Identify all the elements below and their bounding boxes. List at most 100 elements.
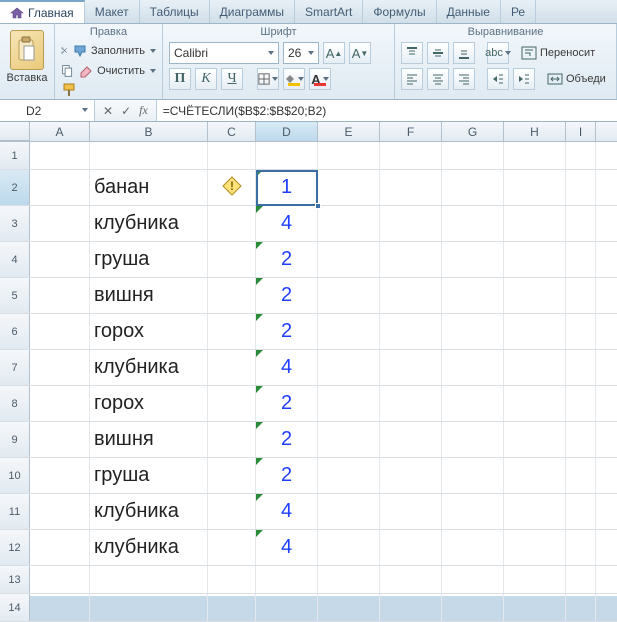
cell[interactable] xyxy=(318,206,380,241)
cell[interactable] xyxy=(504,566,566,593)
cell[interactable] xyxy=(504,422,566,457)
cell[interactable] xyxy=(208,458,256,493)
cell[interactable] xyxy=(30,314,90,349)
cell[interactable] xyxy=(318,494,380,529)
tab-formulas[interactable]: Формулы xyxy=(363,0,436,23)
formula-input[interactable]: =СЧЁТЕСЛИ($B$2:$B$20;B2) xyxy=(157,100,617,121)
cell[interactable] xyxy=(318,242,380,277)
cell[interactable] xyxy=(380,566,442,593)
cell[interactable] xyxy=(442,170,504,205)
orientation-button[interactable]: abc xyxy=(487,42,509,64)
row-header[interactable]: 3 xyxy=(0,206,30,241)
cell[interactable] xyxy=(442,142,504,169)
cell[interactable] xyxy=(566,350,596,385)
cell[interactable]: 4 xyxy=(256,350,318,385)
cell[interactable] xyxy=(318,170,380,205)
cell[interactable] xyxy=(566,566,596,593)
cell[interactable] xyxy=(380,458,442,493)
font-size-combo[interactable]: 26 xyxy=(283,42,319,64)
cell[interactable] xyxy=(442,458,504,493)
cell[interactable]: клубника xyxy=(90,530,208,565)
col-header-B[interactable]: B xyxy=(90,122,208,141)
cell[interactable] xyxy=(208,314,256,349)
borders-button[interactable] xyxy=(257,68,279,90)
cell[interactable] xyxy=(318,566,380,593)
cell[interactable] xyxy=(442,566,504,593)
format-painter-icon[interactable] xyxy=(61,82,77,98)
row-header[interactable]: 1 xyxy=(0,142,30,169)
cell[interactable] xyxy=(566,142,596,169)
cell[interactable] xyxy=(442,314,504,349)
tab-smartart[interactable]: SmartArt xyxy=(295,0,363,23)
cell[interactable] xyxy=(380,278,442,313)
row-header[interactable]: 12 xyxy=(0,530,30,565)
align-right-button[interactable] xyxy=(453,68,475,90)
cell[interactable]: клубника xyxy=(90,206,208,241)
cell[interactable]: 2 xyxy=(256,242,318,277)
increase-indent-button[interactable] xyxy=(513,68,535,90)
row-header[interactable]: 8 xyxy=(0,386,30,421)
cell[interactable] xyxy=(318,314,380,349)
tab-layout[interactable]: Макет xyxy=(85,0,140,23)
cell[interactable] xyxy=(504,170,566,205)
cell[interactable] xyxy=(566,242,596,277)
error-warning-icon[interactable]: ! xyxy=(222,176,242,196)
cell[interactable] xyxy=(442,242,504,277)
cell[interactable] xyxy=(30,566,90,593)
fill-handle[interactable] xyxy=(315,203,321,209)
cell[interactable] xyxy=(90,594,208,621)
copy-icon[interactable] xyxy=(61,63,74,79)
cell[interactable] xyxy=(566,530,596,565)
cell[interactable] xyxy=(208,206,256,241)
cell[interactable] xyxy=(208,242,256,277)
col-header-C[interactable]: C xyxy=(208,122,256,141)
cell[interactable] xyxy=(30,458,90,493)
cell[interactable]: груша xyxy=(90,242,208,277)
cell[interactable]: 2 xyxy=(256,314,318,349)
cell[interactable] xyxy=(442,594,504,621)
cell[interactable] xyxy=(318,422,380,457)
enter-icon[interactable]: ✓ xyxy=(121,104,131,118)
cell[interactable] xyxy=(318,458,380,493)
cell[interactable] xyxy=(504,142,566,169)
cell[interactable] xyxy=(380,350,442,385)
tab-data[interactable]: Данные xyxy=(437,0,501,23)
fill-color-button[interactable] xyxy=(283,68,305,90)
cell[interactable] xyxy=(566,314,596,349)
col-header-H[interactable]: H xyxy=(504,122,566,141)
tab-review[interactable]: Ре xyxy=(501,0,536,23)
cell[interactable] xyxy=(442,278,504,313)
cell[interactable] xyxy=(256,594,318,621)
fill-button[interactable]: Заполнить xyxy=(72,43,156,59)
cell[interactable] xyxy=(566,458,596,493)
cell[interactable] xyxy=(566,206,596,241)
cell[interactable] xyxy=(504,314,566,349)
cell[interactable] xyxy=(30,142,90,169)
bold-button[interactable]: П xyxy=(169,68,191,90)
cell[interactable]: клубника xyxy=(90,350,208,385)
cell[interactable] xyxy=(30,494,90,529)
cell[interactable] xyxy=(208,566,256,593)
cell[interactable] xyxy=(30,386,90,421)
cell[interactable] xyxy=(30,350,90,385)
cell[interactable]: 4 xyxy=(256,530,318,565)
cell[interactable]: вишня xyxy=(90,422,208,457)
cell[interactable] xyxy=(208,494,256,529)
decrease-font-button[interactable]: A▼ xyxy=(349,42,371,64)
cell[interactable] xyxy=(442,206,504,241)
cell[interactable]: горох xyxy=(90,386,208,421)
cell[interactable] xyxy=(504,458,566,493)
cell[interactable] xyxy=(208,142,256,169)
cell[interactable] xyxy=(504,386,566,421)
cell[interactable]: ! xyxy=(208,170,256,205)
cell[interactable] xyxy=(380,422,442,457)
col-header-E[interactable]: E xyxy=(318,122,380,141)
cell[interactable]: вишня xyxy=(90,278,208,313)
cell[interactable] xyxy=(380,530,442,565)
row-header[interactable]: 13 xyxy=(0,566,30,593)
cell[interactable] xyxy=(566,594,596,621)
cell[interactable] xyxy=(208,350,256,385)
cell[interactable] xyxy=(90,142,208,169)
cell[interactable]: 2 xyxy=(256,386,318,421)
cell[interactable] xyxy=(566,170,596,205)
